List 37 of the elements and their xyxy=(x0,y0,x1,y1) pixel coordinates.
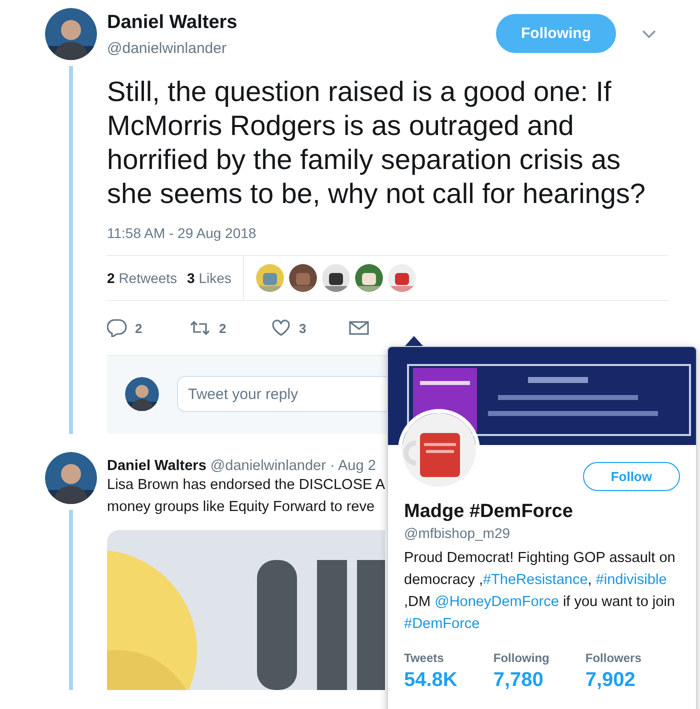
stat-label[interactable]: Followers xyxy=(585,651,642,665)
author-handle[interactable]: @danielwinlander xyxy=(107,40,496,57)
author-name[interactable]: Daniel Walters xyxy=(107,458,206,474)
follow-button[interactable]: Following xyxy=(496,14,616,53)
stat-label[interactable]: Tweets xyxy=(404,651,458,665)
heart-icon[interactable] xyxy=(271,319,291,337)
author-name[interactable]: Daniel Walters xyxy=(107,12,496,34)
profile-bio: Proud Democrat! Fighting GOP assault on democracy ,#TheResistance, #indivisible ,DM @HoneyDemForce if you want to join #DemForce xyxy=(403,549,676,634)
tweet-text: Still, the question raised is a good one: If McMorris Rodgers is as outraged and horrified by the family separation crisis as she seems to be, why not call for hearings? xyxy=(107,75,647,211)
stat-link[interactable]: 2 Retweets xyxy=(107,270,178,286)
action-count: 3 xyxy=(299,320,306,336)
chevron-icon[interactable] xyxy=(642,30,656,39)
stat-value[interactable]: 54.8K xyxy=(404,669,458,692)
avatar[interactable] xyxy=(45,452,97,504)
profile-name[interactable]: Madge #DemForce xyxy=(388,491,696,523)
author-handle[interactable]: @danielwinlander xyxy=(210,458,326,474)
tweet-text-line: Lisa Brown has endorsed the DISCLOSE A xyxy=(107,476,386,495)
bio-link[interactable]: #DemForce xyxy=(404,616,480,632)
stat-label[interactable]: Following xyxy=(493,651,550,665)
avatar[interactable] xyxy=(45,8,97,60)
bio-link[interactable]: #TheResistance xyxy=(482,572,588,588)
action-count: 2 xyxy=(219,320,226,336)
stat-value[interactable]: 7,902 xyxy=(585,669,642,692)
follow-button[interactable]: Follow xyxy=(582,462,680,491)
timestamp: 11:58 AM - 29 Aug 2018 xyxy=(107,225,258,241)
tweet-date[interactable]: · Aug 2 xyxy=(330,458,376,474)
bio-link[interactable]: @HoneyDemForce xyxy=(434,594,559,610)
avatar[interactable] xyxy=(125,377,159,411)
action-count: 2 xyxy=(135,320,142,336)
stat-link[interactable]: 3 Likes xyxy=(187,270,232,286)
retweet-icon[interactable] xyxy=(189,320,211,336)
reply-icon[interactable] xyxy=(107,319,127,337)
stat-value[interactable]: 7,780 xyxy=(493,669,550,692)
profile-handle[interactable]: @mfbishop_m29 xyxy=(388,523,696,541)
envelope-icon[interactable] xyxy=(349,320,369,336)
tweet-text-line: money groups like Equity Forward to reve xyxy=(107,498,375,517)
bio-link[interactable]: #indivisible xyxy=(596,572,667,588)
